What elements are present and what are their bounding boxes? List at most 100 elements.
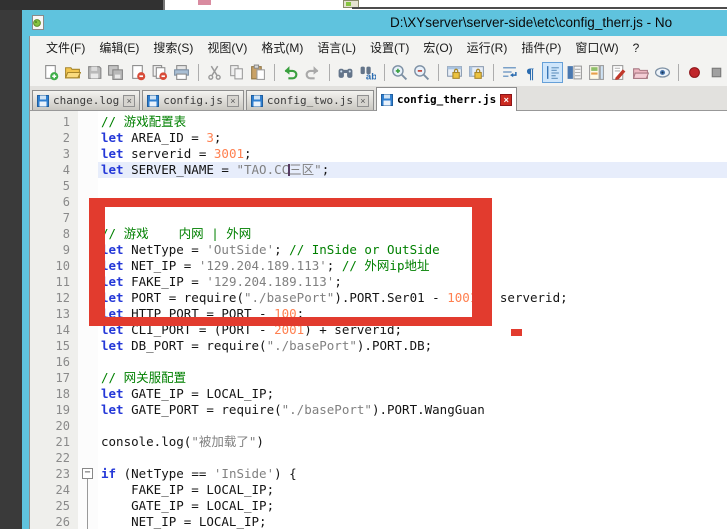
open-file-button[interactable] [62,62,83,83]
code-line-21: console.log("被加载了") [98,434,727,450]
code-line-22 [98,450,727,466]
tab-close-button[interactable]: × [123,95,135,107]
save-all-button[interactable] [105,62,126,83]
code-line-15: let DB_PORT = require("./basePort").PORT… [98,338,727,354]
line-number: 15 [30,338,78,354]
document-map-icon [588,64,605,81]
replace-button[interactable]: ab [357,62,378,83]
line-number: 20 [30,418,78,434]
window-title: D:\XYserver\server-side\etc\config_therr… [390,15,672,30]
document-list-icon [610,64,627,81]
folder-as-workspace-icon [632,64,649,81]
tab-change.log[interactable]: change.log× [32,90,140,110]
replace-icon: ab [359,64,376,81]
folder-as-workspace-button[interactable] [630,62,651,83]
screen: D:\XYserver\server-side\etc\config_therr… [0,0,727,529]
tab-config_two.js[interactable]: config_two.js× [246,90,374,110]
print-icon [173,64,190,81]
zoom-out-button[interactable] [411,62,432,83]
indent-guide-icon [544,64,561,81]
toolbar-separator [678,64,679,81]
new-file-button[interactable] [40,62,61,83]
saved-file-icon [37,95,49,107]
sync-vertical-button[interactable] [444,62,465,83]
menu-item-10[interactable]: 插件(P) [515,37,567,58]
code-line-5 [98,178,727,194]
tab-close-button[interactable]: × [227,95,239,107]
copy-icon [228,64,245,81]
save-button[interactable] [84,62,105,83]
saved-file-icon [251,95,263,107]
line-number: 9 [30,242,78,258]
close-file-icon [129,64,146,81]
toolbar: ab ¶ [30,59,727,86]
menu-item-9[interactable]: 运行(R) [461,37,514,58]
tab-label: config_therr.js [397,93,496,106]
backdrop-left-dark [0,10,22,529]
backdrop-window-edge-line [352,7,727,9]
code-line-23: if (NetType == 'InSide') { [98,466,727,482]
redo-icon [304,64,321,81]
toolbar-separator [274,64,275,81]
close-all-icon [151,64,168,81]
menu-item-1[interactable]: 文件(F) [40,37,91,58]
menu-item-8[interactable]: 宏(O) [417,37,458,58]
macro-stop-icon [708,64,725,81]
tab-config.js[interactable]: config.js × [142,90,244,110]
cut-icon [206,64,223,81]
line-number: 12 [30,290,78,306]
find-icon [337,64,354,81]
undo-button[interactable] [280,62,301,83]
menu-item-3[interactable]: 搜索(S) [147,37,199,58]
zoom-in-button[interactable] [390,62,411,83]
tab-close-button[interactable]: × [357,95,369,107]
menu-item-4[interactable]: 视图(V) [201,37,253,58]
title-bar[interactable]: D:\XYserver\server-side\etc\config_therr… [22,10,727,36]
fold-guide-line [87,479,88,529]
print-button[interactable] [171,62,192,83]
menu-item-11[interactable]: 窗口(W) [569,37,624,58]
backdrop-small-icon [198,0,211,5]
close-all-button[interactable] [149,62,170,83]
sync-horizontal-button[interactable] [466,62,487,83]
paste-button[interactable] [247,62,268,83]
saved-file-icon [381,94,393,106]
close-file-button[interactable] [127,62,148,83]
code-line-3: let serverid = 3001; [98,146,727,162]
line-number: 6 [30,194,78,210]
backdrop-top-dark [0,0,163,10]
menu-item-12[interactable]: ? [627,39,646,57]
document-list-button[interactable] [608,62,629,83]
code-line-2: let AREA_ID = 3; [98,130,727,146]
menu-item-2[interactable]: 编辑(E) [93,37,145,58]
tab-config_therr.js[interactable]: config_therr.js × [376,87,517,111]
monitoring-button[interactable] [652,62,673,83]
line-number: 22 [30,450,78,466]
word-wrap-button[interactable] [499,62,520,83]
menu-item-7[interactable]: 设置(T) [364,37,415,58]
line-number: 10 [30,258,78,274]
paste-icon [249,64,266,81]
menu-item-6[interactable]: 语言(L) [311,37,362,58]
fold-collapse-button[interactable]: − [82,468,93,479]
line-number: 19 [30,402,78,418]
indent-guide-button[interactable] [542,62,563,83]
copy-button[interactable] [226,62,247,83]
line-number-gutter: 1234567891011121314151617181920212223242… [30,111,78,529]
line-number: 7 [30,210,78,226]
macro-stop-button[interactable] [706,62,727,83]
macro-record-button[interactable] [684,62,705,83]
menu-item-5[interactable]: 格式(M) [255,37,309,58]
document-map-button[interactable] [586,62,607,83]
function-list-button[interactable] [564,62,585,83]
find-button[interactable] [335,62,356,83]
tab-close-button[interactable]: × [500,94,512,106]
tab-label: config.js [163,94,223,107]
redo-button[interactable] [302,62,323,83]
new-file-icon [42,64,59,81]
show-all-characters-button[interactable]: ¶ [521,62,542,83]
code-line-18: let GATE_IP = LOCAL_IP; [98,386,727,402]
line-number: 4 [30,162,78,178]
cut-button[interactable] [204,62,225,83]
word-wrap-icon [501,64,518,81]
